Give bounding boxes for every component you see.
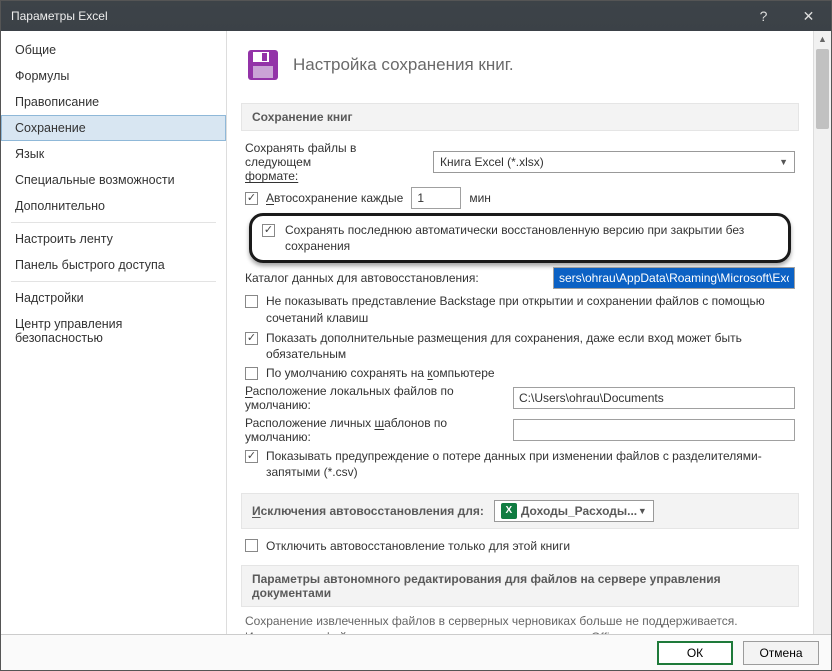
autosave-unit: мин <box>469 191 491 205</box>
sidebar-item-customize-ribbon[interactable]: Настроить ленту <box>1 226 226 252</box>
dialog-body: Общие Формулы Правописание Сохранение Яз… <box>1 31 831 670</box>
main-area: Общие Формулы Правописание Сохранение Яз… <box>1 31 831 634</box>
content-pane: Настройка сохранения книг. Сохранение кн… <box>227 31 813 634</box>
vertical-scrollbar[interactable]: ▲ <box>813 31 831 634</box>
sidebar-item-save[interactable]: Сохранение <box>1 115 226 141</box>
autorecovery-dir-label: Каталог данных для автовосстановления: <box>245 271 545 285</box>
row-autosave: Автосохранение каждые мин <box>245 187 795 209</box>
scrollbar-thumb[interactable] <box>816 49 829 129</box>
sidebar-item-general[interactable]: Общие <box>1 37 226 63</box>
autosave-label: Автосохранение каждые <box>266 191 403 205</box>
row-local-location: Расположение локальных файлов по умолчан… <box>245 384 795 412</box>
section-autorecovery-exceptions: Исключения автовосстановления для: X Дох… <box>241 493 799 529</box>
format-label-2: формате: <box>245 169 298 183</box>
default-computer-label: По умолчанию сохранять на компьютере <box>266 366 495 380</box>
save-icon <box>245 47 281 83</box>
row-templates-location: Расположение личных шаблонов по умолчани… <box>245 416 795 444</box>
chevron-down-icon: ▼ <box>638 506 647 516</box>
pane-header: Настройка сохранения книг. <box>241 39 799 97</box>
content-wrap: Настройка сохранения книг. Сохранение кн… <box>227 31 831 634</box>
csv-warning-checkbox[interactable] <box>245 450 258 463</box>
local-location-label: Расположение локальных файлов по умолчан… <box>245 384 505 412</box>
sidebar-item-formulas[interactable]: Формулы <box>1 63 226 89</box>
local-location-input[interactable] <box>513 387 795 409</box>
csv-warning-label: Показывать предупреждение о потере данны… <box>266 448 795 480</box>
pane-title: Настройка сохранения книг. <box>293 55 514 75</box>
autorecovery-dir-input[interactable] <box>553 267 795 289</box>
keep-last-checkbox[interactable] <box>262 224 275 237</box>
section-body: Отключить автовосстановление только для … <box>241 529 799 559</box>
excel-file-icon: X <box>501 503 517 519</box>
sidebar-item-proofing[interactable]: Правописание <box>1 89 226 115</box>
sidebar-item-addins[interactable]: Надстройки <box>1 285 226 311</box>
row-default-computer: По умолчанию сохранять на компьютере <box>245 366 795 380</box>
workbook-combo[interactable]: X Доходы_Расходы... ▼ <box>494 500 654 522</box>
keep-last-label: Сохранять последнюю автоматически восста… <box>285 222 778 254</box>
row-csv-warning: Показывать предупреждение о потере данны… <box>245 448 795 480</box>
ok-button[interactable]: ОК <box>657 641 733 665</box>
workbook-name: Доходы_Расходы... <box>521 504 637 518</box>
row-autorecovery-dir: Каталог данных для автовосстановления: <box>245 267 795 289</box>
window-title: Параметры Excel <box>11 9 741 23</box>
titlebar: Параметры Excel ? ✕ <box>1 1 831 31</box>
no-backstage-label: Не показывать представление Backstage пр… <box>266 293 795 325</box>
format-label-1: Сохранять файлы в следующем <box>245 141 356 169</box>
sidebar-item-quick-access[interactable]: Панель быстрого доступа <box>1 252 226 278</box>
offline-info-text: Сохранение извлеченных файлов в серверны… <box>245 613 795 635</box>
section-body: Сохранение извлеченных файлов в серверны… <box>241 607 799 635</box>
help-button[interactable]: ? <box>741 1 786 31</box>
templates-location-input[interactable] <box>513 419 795 441</box>
sidebar-separator <box>11 222 216 223</box>
dialog-footer: ОК Отмена <box>1 634 831 670</box>
file-format-value: Книга Excel (*.xlsx) <box>440 155 544 169</box>
row-no-backstage: Не показывать представление Backstage пр… <box>245 293 795 325</box>
autosave-checkbox[interactable] <box>245 192 258 205</box>
sidebar-item-accessibility[interactable]: Специальные возможности <box>1 167 226 193</box>
sidebar-item-trust-center[interactable]: Центр управления безопасностью <box>1 311 226 351</box>
section-body: Сохранять файлы в следующем формате: Кни… <box>241 131 799 487</box>
section-save-workbooks: Сохранение книг <box>241 103 799 131</box>
chevron-down-icon: ▼ <box>779 157 788 167</box>
excel-options-window: Параметры Excel ? ✕ Общие Формулы Правоп… <box>0 0 832 671</box>
templates-location-label: Расположение личных шаблонов по умолчани… <box>245 416 505 444</box>
disable-recovery-checkbox[interactable] <box>245 539 258 552</box>
sidebar-item-advanced[interactable]: Дополнительно <box>1 193 226 219</box>
sidebar-item-language[interactable]: Язык <box>1 141 226 167</box>
cancel-button[interactable]: Отмена <box>743 641 819 665</box>
show-additional-label: Показать дополнительные размещения для с… <box>266 330 795 362</box>
row-file-format: Сохранять файлы в следующем формате: Кни… <box>245 141 795 183</box>
close-button[interactable]: ✕ <box>786 1 831 31</box>
scroll-up-arrow-icon[interactable]: ▲ <box>814 31 831 47</box>
file-format-combo[interactable]: Книга Excel (*.xlsx) ▼ <box>433 151 795 173</box>
autosave-interval-input[interactable] <box>411 187 461 209</box>
row-disable-recovery: Отключить автовосстановление только для … <box>245 539 795 553</box>
sidebar: Общие Формулы Правописание Сохранение Яз… <box>1 31 227 634</box>
show-additional-checkbox[interactable] <box>245 332 258 345</box>
keep-last-version-callout: Сохранять последнюю автоматически восста… <box>249 213 791 263</box>
row-show-additional: Показать дополнительные размещения для с… <box>245 330 795 362</box>
sidebar-separator <box>11 281 216 282</box>
no-backstage-checkbox[interactable] <box>245 295 258 308</box>
section-offline-editing: Параметры автономного редактирования для… <box>241 565 799 607</box>
default-computer-checkbox[interactable] <box>245 367 258 380</box>
